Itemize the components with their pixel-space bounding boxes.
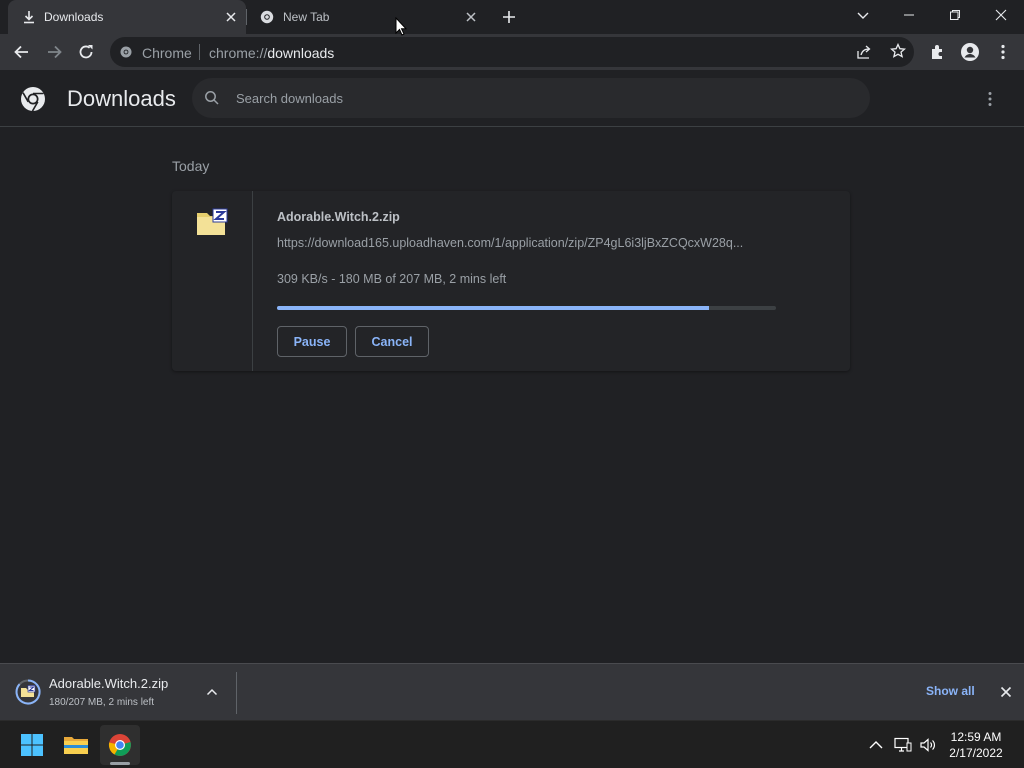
chrome-taskbar-icon[interactable] bbox=[100, 725, 140, 765]
back-icon[interactable] bbox=[12, 42, 32, 62]
url-scheme: chrome:// bbox=[209, 45, 268, 61]
tab-new-tab[interactable]: New Tab bbox=[250, 0, 486, 34]
tab-title: Downloads bbox=[44, 10, 104, 24]
show-hidden-icons-icon[interactable] bbox=[867, 737, 885, 753]
search-downloads-box[interactable] bbox=[192, 78, 870, 118]
windows-start-icon[interactable] bbox=[12, 725, 52, 765]
forward-icon[interactable] bbox=[44, 42, 64, 62]
volume-icon[interactable] bbox=[919, 737, 937, 753]
cancel-button[interactable]: Cancel bbox=[355, 326, 429, 357]
chip-divider bbox=[199, 44, 200, 60]
close-shelf-icon[interactable] bbox=[999, 685, 1013, 699]
search-icon bbox=[204, 90, 220, 106]
system-clock[interactable]: 12:59 AM 2/17/2022 bbox=[940, 729, 1012, 761]
download-icon bbox=[22, 10, 36, 24]
share-icon[interactable] bbox=[856, 44, 872, 60]
shelf-progress-icon[interactable] bbox=[15, 679, 41, 705]
more-actions-icon[interactable] bbox=[980, 89, 1000, 109]
reload-icon[interactable] bbox=[76, 42, 96, 62]
downloads-header: Downloads bbox=[0, 70, 1024, 127]
shelf-divider bbox=[236, 672, 237, 714]
active-app-indicator bbox=[110, 762, 130, 765]
close-window-icon[interactable] bbox=[978, 0, 1024, 30]
tab-close-icon[interactable] bbox=[224, 10, 238, 24]
url-host: downloads bbox=[267, 45, 335, 61]
extensions-icon[interactable] bbox=[928, 42, 948, 62]
download-shelf: Adorable.Witch.2.zip 180/207 MB, 2 mins … bbox=[0, 663, 1024, 720]
windows-taskbar: 12:59 AM 2/17/2022 bbox=[0, 720, 1024, 768]
restore-icon[interactable] bbox=[932, 0, 978, 30]
browser-toolbar: Chrome chrome://downloads bbox=[0, 34, 1024, 70]
chevron-up-icon[interactable] bbox=[205, 685, 219, 699]
tab-search-chevron-icon[interactable] bbox=[840, 0, 886, 30]
tab-strip: Downloads New Tab bbox=[0, 0, 1024, 34]
pause-button[interactable]: Pause bbox=[277, 326, 347, 357]
file-icon-column bbox=[172, 191, 253, 371]
tab-title: New Tab bbox=[283, 10, 330, 24]
chrome-icon bbox=[120, 46, 132, 58]
chrome-menu-icon[interactable] bbox=[993, 42, 1013, 62]
file-source-url[interactable]: https://download165.uploadhaven.com/1/ap… bbox=[277, 236, 772, 250]
clock-time: 12:59 AM bbox=[950, 730, 1002, 744]
site-chip: Chrome bbox=[142, 45, 192, 61]
zip-file-icon bbox=[196, 208, 228, 236]
tab-downloads[interactable]: Downloads bbox=[8, 0, 246, 34]
download-item-card: Adorable.Witch.2.zip https://download165… bbox=[172, 191, 850, 371]
clock-date: 2/17/2022 bbox=[949, 746, 1003, 760]
download-progress-fill bbox=[277, 306, 710, 310]
show-all-link[interactable]: Show all bbox=[926, 684, 975, 698]
shelf-status-text: 180/207 MB, 2 mins left bbox=[49, 697, 155, 708]
file-name-link[interactable]: Adorable.Witch.2.zip bbox=[277, 210, 400, 224]
download-status-text: 309 KB/s - 180 MB of 207 MB, 2 mins left bbox=[277, 272, 507, 286]
search-input[interactable] bbox=[236, 78, 836, 118]
shelf-file-name[interactable]: Adorable.Witch.2.zip bbox=[49, 676, 168, 691]
minimize-icon[interactable] bbox=[886, 0, 932, 30]
address-bar[interactable]: Chrome chrome://downloads bbox=[110, 37, 914, 67]
tab-divider bbox=[246, 9, 247, 25]
network-icon[interactable] bbox=[894, 737, 912, 753]
chrome-logo-icon bbox=[20, 86, 46, 112]
url-text: chrome://downloads bbox=[209, 45, 334, 61]
tab-close-icon[interactable] bbox=[464, 10, 478, 24]
mouse-cursor-icon bbox=[395, 17, 407, 37]
chrome-icon bbox=[260, 10, 274, 24]
bookmark-star-icon[interactable] bbox=[890, 43, 906, 59]
new-tab-icon[interactable] bbox=[500, 8, 518, 26]
download-progress-bar bbox=[277, 306, 776, 310]
profile-avatar-icon[interactable] bbox=[960, 42, 980, 62]
file-explorer-icon[interactable] bbox=[56, 725, 96, 765]
date-group-label: Today bbox=[172, 158, 210, 174]
page-title: Downloads bbox=[67, 86, 176, 111]
